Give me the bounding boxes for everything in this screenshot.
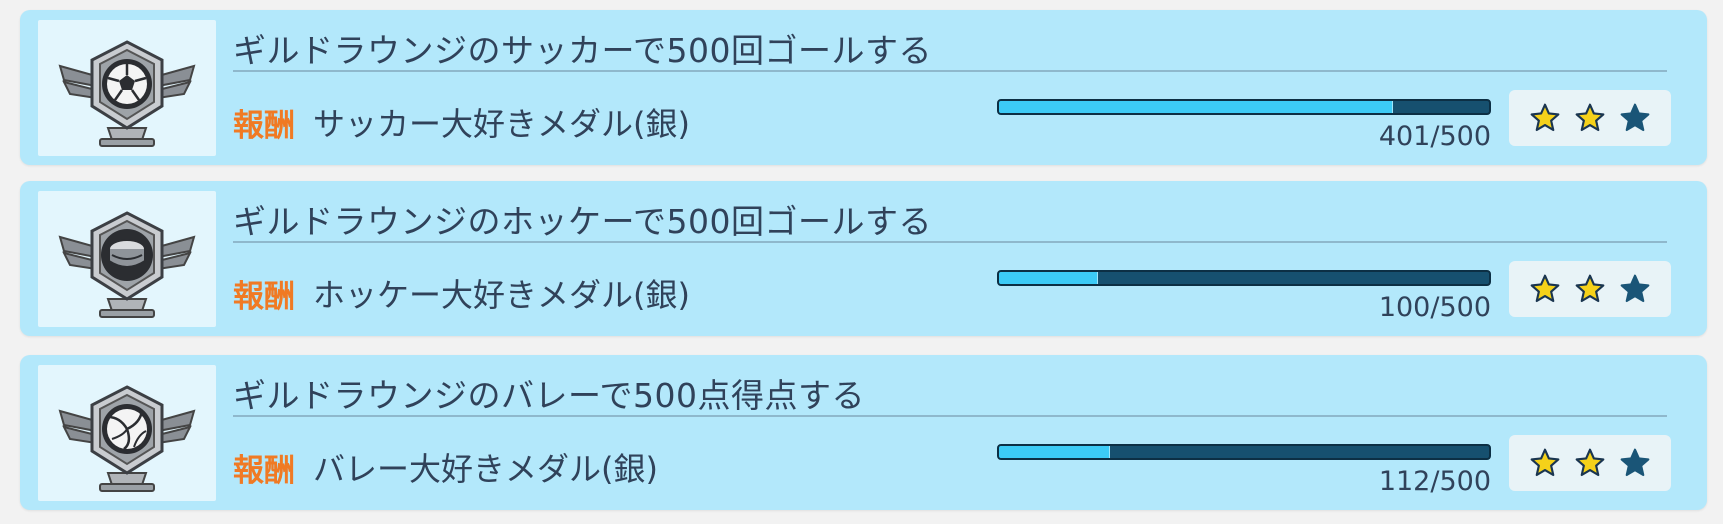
reward-label: 報酬 [233, 453, 295, 489]
difficulty-stars [1509, 261, 1671, 317]
mission-card-soccer[interactable]: ギルドラウンジのサッカーで500回ゴールする 報酬 サッカー大好きメダル(銀) … [20, 10, 1707, 165]
reward-label: 報酬 [233, 279, 295, 315]
star-gold-icon [1575, 274, 1605, 303]
progress-bar-fill [999, 101, 1393, 113]
star-gold-icon [1530, 274, 1560, 303]
progress-count: 401/500 [1378, 121, 1491, 152]
progress-bar-fill [999, 272, 1098, 284]
volleyball-medal-icon [38, 365, 216, 501]
mission-card-hockey[interactable]: ギルドラウンジのホッケーで500回ゴールする 報酬 ホッケー大好きメダル(銀) … [20, 181, 1707, 336]
mission-title: ギルドラウンジのサッカーで500回ゴールする [233, 31, 933, 70]
reward-label: 報酬 [233, 108, 295, 144]
divider [233, 70, 1667, 72]
hockey-puck-medal-icon [38, 191, 216, 327]
mission-card-volleyball[interactable]: ギルドラウンジのバレーで500点得点する 報酬 バレー大好きメダル(銀) 112… [20, 355, 1707, 510]
difficulty-stars [1509, 90, 1671, 146]
star-dark-icon [1620, 274, 1650, 303]
reward-name: ホッケー大好きメダル(銀) [313, 276, 690, 314]
progress-bar-fill [999, 446, 1110, 458]
reward-name: バレー大好きメダル(銀) [313, 450, 658, 488]
star-gold-icon [1530, 448, 1560, 477]
mission-title: ギルドラウンジのバレーで500点得点する [233, 376, 866, 415]
star-gold-icon [1530, 103, 1560, 132]
progress-bar [997, 99, 1491, 115]
progress-bar [997, 444, 1491, 460]
difficulty-stars [1509, 435, 1671, 491]
mission-title: ギルドラウンジのホッケーで500回ゴールする [233, 202, 933, 241]
star-dark-icon [1620, 103, 1650, 132]
divider [233, 241, 1667, 243]
star-gold-icon [1575, 103, 1605, 132]
progress-bar [997, 270, 1491, 286]
star-dark-icon [1620, 448, 1650, 477]
progress-count: 112/500 [1378, 466, 1491, 497]
divider [233, 415, 1667, 417]
reward-name: サッカー大好きメダル(銀) [313, 105, 690, 143]
progress-count: 100/500 [1378, 292, 1491, 323]
star-gold-icon [1575, 448, 1605, 477]
soccer-ball-medal-icon [38, 20, 216, 156]
